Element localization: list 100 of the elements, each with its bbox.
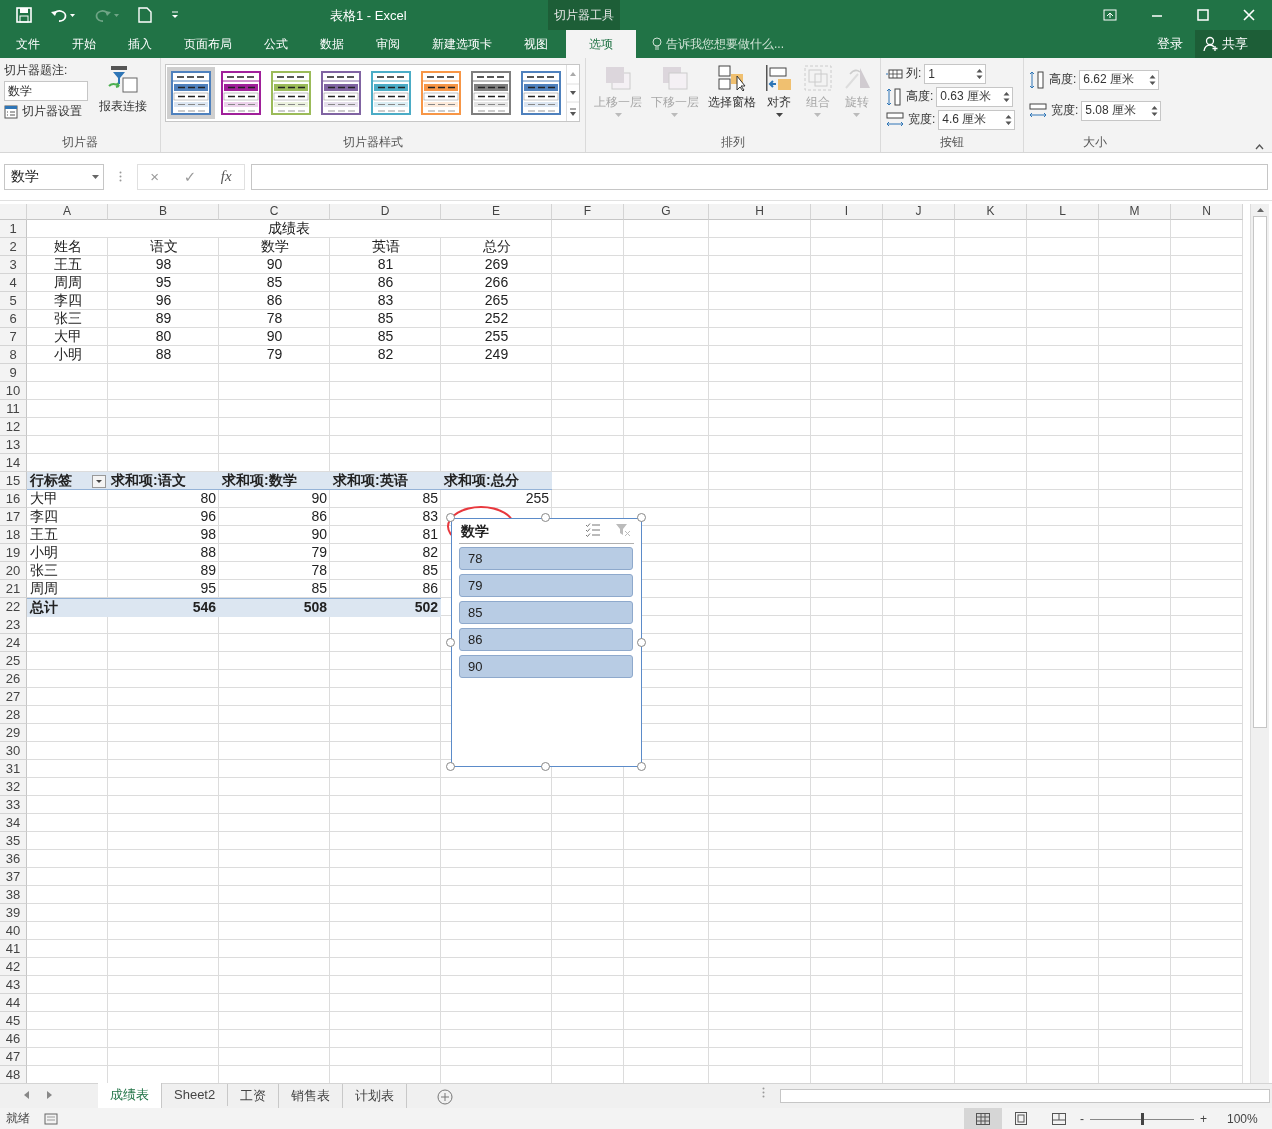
arrange-button[interactable]: 选择窗格 — [704, 62, 759, 134]
row-header[interactable]: 5 — [0, 292, 27, 310]
new-file-icon[interactable] — [138, 7, 152, 23]
ribbon-tab[interactable]: 文件 — [0, 30, 56, 58]
row-header[interactable]: 16 — [0, 490, 27, 508]
row-header[interactable]: 7 — [0, 328, 27, 346]
row-header[interactable]: 43 — [0, 976, 27, 994]
ribbon-tab[interactable]: 选项 — [566, 30, 636, 58]
sign-in-link[interactable]: 登录 — [1145, 35, 1195, 53]
resize-handle[interactable] — [637, 513, 646, 522]
row-header[interactable]: 29 — [0, 724, 27, 742]
next-sheet-icon[interactable] — [47, 1091, 52, 1099]
slicer-item[interactable]: 90 — [459, 655, 633, 678]
column-header[interactable]: E — [441, 204, 552, 220]
row-header[interactable]: 18 — [0, 526, 27, 544]
row-header[interactable]: 8 — [0, 346, 27, 364]
row-header[interactable]: 41 — [0, 940, 27, 958]
column-header[interactable]: J — [883, 204, 955, 220]
previous-sheet-icon[interactable] — [24, 1091, 29, 1099]
row-header[interactable]: 48 — [0, 1066, 27, 1084]
ribbon-tab[interactable]: 页面布局 — [168, 30, 248, 58]
spin-field[interactable]: 1 — [928, 66, 936, 81]
view-button[interactable] — [964, 1108, 1002, 1129]
drag-handle-icon[interactable] — [762, 1087, 765, 1098]
row-header[interactable]: 25 — [0, 652, 27, 670]
column-header[interactable]: H — [709, 204, 811, 220]
multi-select-icon[interactable] — [585, 523, 601, 537]
caption-field[interactable]: 数学 — [4, 81, 88, 101]
row-header[interactable]: 36 — [0, 850, 27, 868]
row-header[interactable]: 26 — [0, 670, 27, 688]
zoom-level[interactable]: 100% — [1227, 1111, 1258, 1126]
name-box[interactable]: 数学 — [4, 163, 104, 190]
scroll-up-icon[interactable] — [1256, 208, 1264, 212]
ribbon-tab[interactable]: 数据 — [304, 30, 360, 58]
row-header[interactable]: 23 — [0, 616, 27, 634]
add-sheet-icon[interactable] — [437, 1089, 454, 1105]
column-header[interactable]: D — [330, 204, 441, 220]
column-header[interactable]: F — [552, 204, 624, 220]
drag-handle-icon[interactable] — [119, 171, 122, 182]
arrange-button[interactable]: 对齐 — [761, 62, 798, 134]
ribbon-tab[interactable]: 视图 — [508, 30, 564, 58]
row-header[interactable]: 17 — [0, 508, 27, 526]
insert-function-button[interactable]: fx — [220, 168, 232, 185]
ribbon-tab[interactable]: 开始 — [56, 30, 112, 58]
row-header[interactable]: 21 — [0, 580, 27, 598]
row-header[interactable]: 47 — [0, 1048, 27, 1066]
collapse-ribbon-icon[interactable] — [1255, 144, 1264, 150]
ribbon-tab[interactable]: 公式 — [248, 30, 304, 58]
ribbon-tab[interactable]: 新建选项卡 — [416, 30, 508, 58]
row-header[interactable]: 9 — [0, 364, 27, 382]
slicer-panel[interactable]: 数学 78 79 85 86 90 — [451, 518, 642, 767]
row-header[interactable]: 1 — [0, 220, 27, 238]
zoom-out-button[interactable]: - — [1080, 1111, 1084, 1126]
close-icon[interactable] — [1243, 9, 1255, 21]
slicer-item[interactable]: 78 — [459, 547, 633, 570]
slicer-settings-button[interactable]: 切片器设置 — [4, 103, 88, 120]
share-button[interactable]: 共享 — [1195, 30, 1272, 58]
resize-handle[interactable] — [637, 638, 646, 647]
row-header[interactable]: 20 — [0, 562, 27, 580]
column-header[interactable]: G — [624, 204, 709, 220]
slicer-item[interactable]: 79 — [459, 574, 633, 597]
row-header[interactable]: 39 — [0, 904, 27, 922]
row-header[interactable]: 45 — [0, 1012, 27, 1030]
row-header[interactable]: 37 — [0, 868, 27, 886]
zoom-in-button[interactable]: + — [1200, 1111, 1207, 1126]
save-icon[interactable] — [16, 7, 32, 23]
row-header[interactable]: 30 — [0, 742, 27, 760]
row-header[interactable]: 32 — [0, 778, 27, 796]
filter-dropdown-icon[interactable] — [92, 474, 106, 488]
slicer-style-swatch[interactable] — [167, 67, 215, 119]
maximize-icon[interactable] — [1197, 9, 1209, 21]
row-header[interactable]: 33 — [0, 796, 27, 814]
row-header[interactable]: 31 — [0, 760, 27, 778]
row-header[interactable]: 10 — [0, 382, 27, 400]
resize-handle[interactable] — [541, 513, 550, 522]
row-header[interactable]: 15 — [0, 472, 27, 490]
row-header[interactable]: 19 — [0, 544, 27, 562]
formula-input[interactable] — [251, 163, 1268, 190]
column-header[interactable]: N — [1171, 204, 1243, 220]
column-header[interactable]: M — [1099, 204, 1171, 220]
column-header[interactable]: A — [27, 204, 108, 220]
spinner-arrows-icon[interactable] — [976, 67, 984, 80]
sheet-tab[interactable]: 成绩表 — [98, 1083, 162, 1110]
sheet-tab[interactable]: Sheet2 — [162, 1084, 229, 1106]
column-header[interactable]: B — [108, 204, 219, 220]
row-header[interactable]: 42 — [0, 958, 27, 976]
row-header[interactable]: 28 — [0, 706, 27, 724]
column-header[interactable]: L — [1027, 204, 1099, 220]
slicer-item[interactable]: 86 — [459, 628, 633, 651]
row-header[interactable]: 6 — [0, 310, 27, 328]
slicer-item[interactable]: 85 — [459, 601, 633, 624]
row-header[interactable]: 46 — [0, 1030, 27, 1048]
report-connections-button[interactable]: 报表连接 — [96, 62, 150, 134]
row-header[interactable]: 34 — [0, 814, 27, 832]
resize-handle[interactable] — [446, 762, 455, 771]
ribbon-display-icon[interactable] — [1103, 9, 1117, 21]
column-header[interactable]: C — [219, 204, 330, 220]
row-header[interactable]: 38 — [0, 886, 27, 904]
row-header[interactable]: 24 — [0, 634, 27, 652]
row-header[interactable]: 2 — [0, 238, 27, 256]
